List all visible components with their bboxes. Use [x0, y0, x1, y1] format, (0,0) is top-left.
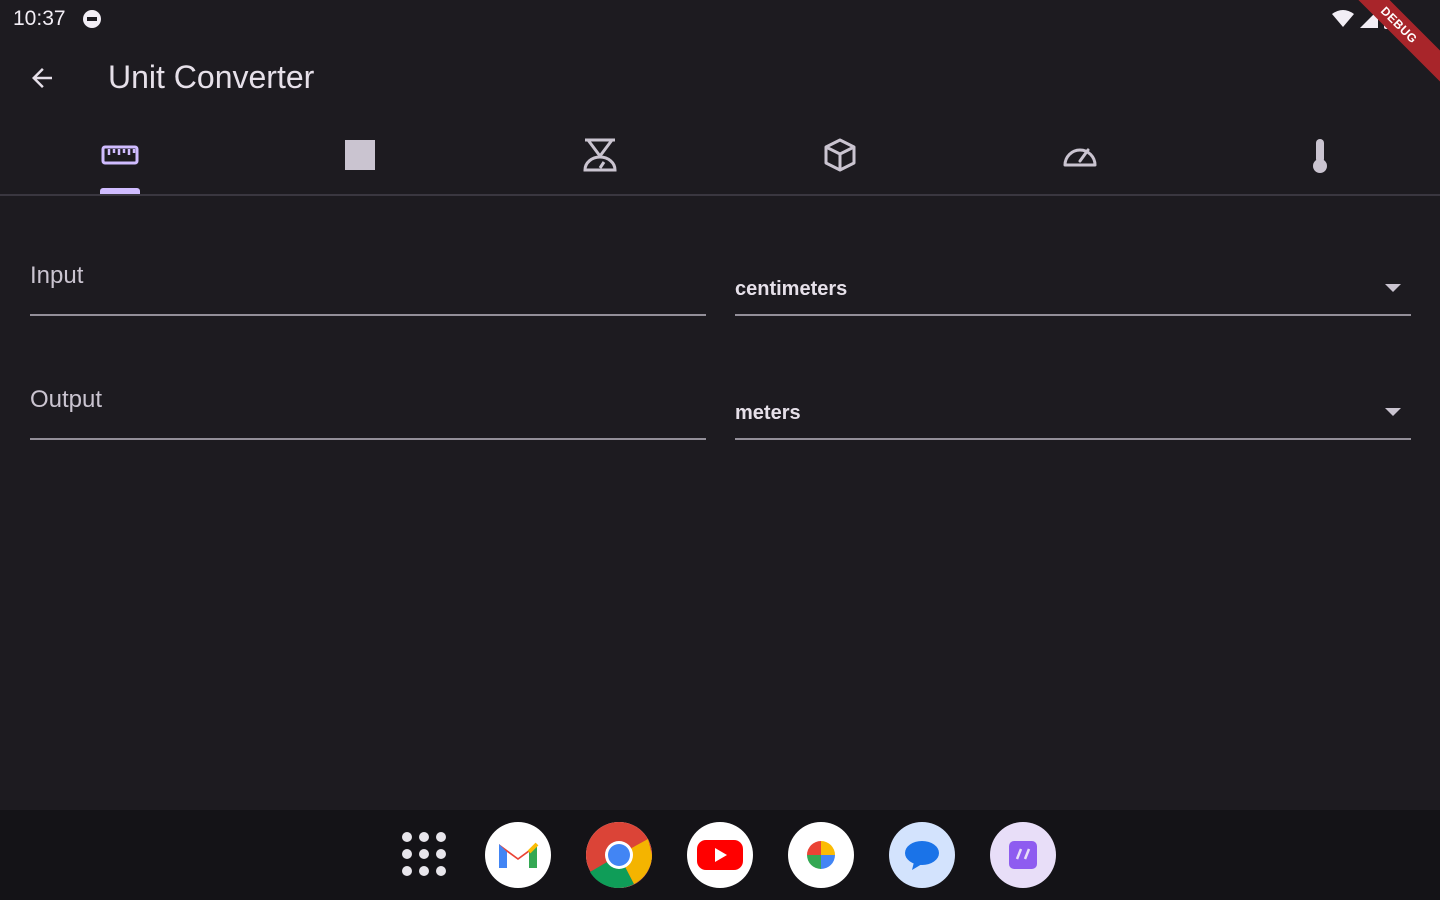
back-button[interactable] — [22, 58, 62, 98]
output-unit-dropdown[interactable]: meters — [735, 378, 1411, 440]
youtube-icon[interactable] — [687, 822, 753, 888]
tab-volume[interactable] — [720, 116, 960, 194]
all-apps-icon[interactable] — [402, 832, 448, 878]
category-tab-bar — [0, 116, 1440, 196]
tab-mass[interactable] — [480, 116, 720, 194]
youtube-logo — [697, 840, 743, 870]
dropdown-arrow-icon — [1385, 408, 1401, 416]
page-title: Unit Converter — [108, 59, 315, 95]
input-label: Input — [30, 262, 84, 289]
input-unit-dropdown[interactable]: centimeters — [735, 254, 1411, 316]
taskbar — [0, 810, 1440, 900]
chrome-logo — [586, 822, 652, 888]
dropdown-arrow-icon — [1385, 284, 1401, 292]
messages-logo — [905, 841, 939, 870]
chrome-icon[interactable] — [586, 822, 652, 888]
wifi-icon — [1332, 10, 1354, 27]
gmail-logo — [499, 842, 539, 868]
photos-icon[interactable] — [788, 822, 854, 888]
selected-tab-indicator — [100, 188, 140, 194]
tab-length[interactable] — [0, 116, 240, 194]
do-not-disturb-icon — [83, 10, 101, 28]
cube-volume-icon — [824, 138, 856, 172]
output-label: Output — [30, 386, 103, 413]
status-bar: 10:37 DEBUG — [0, 0, 1440, 93]
weight-scale-icon — [583, 138, 617, 172]
square-area-icon — [345, 140, 375, 170]
thermometer-icon — [1313, 139, 1327, 173]
extra-app-icon[interactable] — [990, 822, 1056, 888]
gmail-icon[interactable] — [485, 822, 551, 888]
speedometer-icon — [1063, 148, 1097, 167]
status-time: 10:37 — [13, 7, 66, 30]
arrow-back-icon — [32, 68, 52, 88]
output-unit-value: meters — [735, 402, 801, 424]
input-unit-value: centimeters — [735, 278, 848, 300]
app-bar: Unit Converter — [0, 40, 1440, 116]
ruler-icon — [101, 145, 139, 165]
messages-icon[interactable] — [889, 822, 955, 888]
tab-area[interactable] — [240, 116, 480, 194]
tab-temperature[interactable] — [1200, 116, 1440, 194]
tab-speed[interactable] — [960, 116, 1200, 194]
extra-app-logo — [1009, 841, 1037, 869]
output-field[interactable]: Output — [30, 378, 706, 440]
photos-logo — [807, 841, 835, 869]
input-field[interactable]: Input — [30, 254, 706, 316]
